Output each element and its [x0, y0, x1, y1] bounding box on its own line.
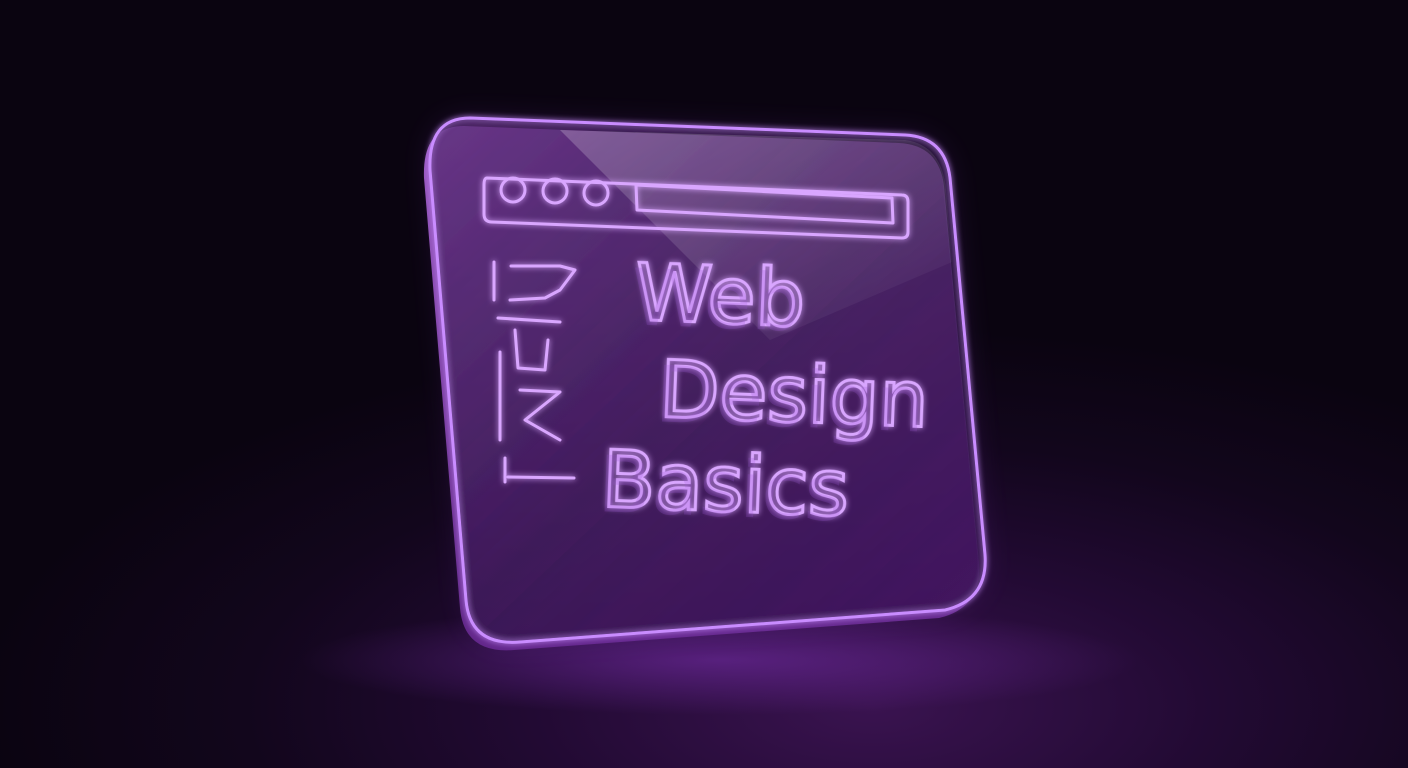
title-shadow-3: Basics — [596, 440, 846, 539]
glass-browser-illustration: Web Design Basics Web Design Basics — [300, 116, 1140, 715]
sidebar-line-icon — [506, 475, 576, 480]
title-shadow-1: Web — [629, 253, 802, 349]
neon-web-design-graphic: Web Design Basics Web Design Basics — [0, 0, 1408, 768]
title-shadow-2: Design — [654, 350, 927, 450]
